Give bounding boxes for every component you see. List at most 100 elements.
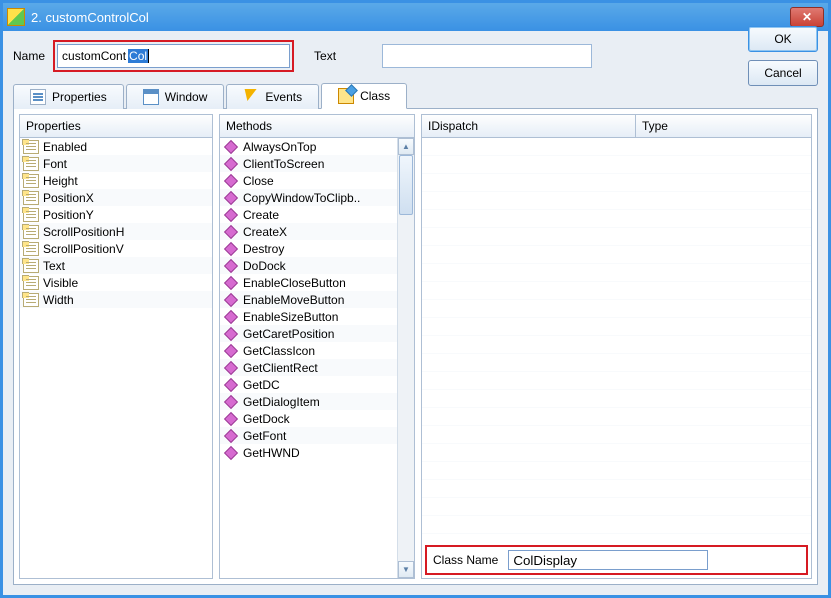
method-item[interactable]: Close — [220, 172, 397, 189]
caret-icon — [148, 49, 149, 63]
tab-label: Class — [360, 89, 390, 103]
method-item[interactable]: GetClassIcon — [220, 342, 397, 359]
method-item[interactable]: Create — [220, 206, 397, 223]
text-input[interactable] — [382, 44, 592, 68]
property-icon — [23, 242, 39, 256]
tabstrip: Properties Window Events Class — [13, 81, 818, 109]
method-item[interactable]: GetCaretPosition — [220, 325, 397, 342]
client-area: Name customCont Col Text OK Cancel Prope… — [3, 31, 828, 595]
property-item[interactable]: Height — [20, 172, 212, 189]
tab-class[interactable]: Class — [321, 83, 407, 109]
method-item[interactable]: GetDock — [220, 410, 397, 427]
method-label: Create — [243, 208, 279, 222]
class-icon — [338, 88, 354, 104]
method-icon — [224, 360, 238, 374]
property-item[interactable]: PositionX — [20, 189, 212, 206]
method-item[interactable]: GetDC — [220, 376, 397, 393]
method-label: GetDock — [243, 412, 290, 426]
method-item[interactable]: DoDock — [220, 257, 397, 274]
property-item[interactable]: PositionY — [20, 206, 212, 223]
method-item[interactable]: CopyWindowToClipb.. — [220, 189, 397, 206]
method-label: EnableMoveButton — [243, 293, 344, 307]
method-item[interactable]: ClientToScreen — [220, 155, 397, 172]
method-icon — [224, 224, 238, 238]
method-icon — [224, 445, 238, 459]
method-label: Close — [243, 174, 274, 188]
property-label: Height — [43, 174, 78, 188]
scroll-thumb[interactable] — [399, 155, 413, 215]
name-input-highlight: customCont Col — [53, 40, 294, 72]
interface-grid[interactable] — [422, 138, 811, 542]
window-icon — [143, 89, 159, 105]
method-item[interactable]: EnableMoveButton — [220, 291, 397, 308]
ok-button[interactable]: OK — [748, 26, 818, 52]
property-label: Enabled — [43, 140, 87, 154]
method-item[interactable]: Destroy — [220, 240, 397, 257]
dialog-window: 2. customControlCol ✕ Name customCont Co… — [0, 0, 831, 598]
method-icon — [224, 241, 238, 255]
name-input[interactable]: customCont Col — [57, 44, 290, 68]
scroll-track[interactable] — [398, 155, 414, 561]
tab-label: Events — [265, 90, 302, 104]
window-title: 2. customControlCol — [31, 10, 790, 25]
method-label: AlwaysOnTop — [243, 140, 316, 154]
method-icon — [224, 275, 238, 289]
method-item[interactable]: GetHWND — [220, 444, 397, 461]
property-item[interactable]: Visible — [20, 274, 212, 291]
method-icon — [224, 394, 238, 408]
property-label: Font — [43, 157, 67, 171]
scroll-down-button[interactable]: ▼ — [398, 561, 414, 578]
method-icon — [224, 258, 238, 272]
method-icon — [224, 190, 238, 204]
property-icon — [23, 225, 39, 239]
titlebar[interactable]: 2. customControlCol ✕ — [3, 3, 828, 31]
method-item[interactable]: EnableSizeButton — [220, 308, 397, 325]
method-item[interactable]: AlwaysOnTop — [220, 138, 397, 155]
properties-list[interactable]: EnabledFontHeightPositionXPositionYScrol… — [20, 138, 212, 578]
chevron-up-icon: ▲ — [402, 142, 410, 151]
method-label: DoDock — [243, 259, 286, 273]
method-label: EnableCloseButton — [243, 276, 346, 290]
tab-properties[interactable]: Properties — [13, 84, 124, 109]
method-item[interactable]: GetClientRect — [220, 359, 397, 376]
close-button[interactable]: ✕ — [790, 7, 824, 27]
methods-panel: Methods AlwaysOnTop ClientToScreen Close Co… — [219, 114, 415, 579]
methods-header[interactable]: Methods — [220, 115, 414, 138]
method-item[interactable]: GetFont — [220, 427, 397, 444]
method-label: ClientToScreen — [243, 157, 324, 171]
method-icon — [224, 428, 238, 442]
type-header[interactable]: Type — [636, 115, 811, 138]
methods-list[interactable]: AlwaysOnTop ClientToScreen Close CopyWindow… — [220, 138, 414, 578]
tab-label: Window — [165, 90, 208, 104]
property-item[interactable]: Width — [20, 291, 212, 308]
properties-header[interactable]: Properties — [20, 115, 212, 138]
method-label: GetHWND — [243, 446, 300, 460]
property-item[interactable]: Text — [20, 257, 212, 274]
property-item[interactable]: Enabled — [20, 138, 212, 155]
method-item[interactable]: GetDialogItem — [220, 393, 397, 410]
method-label: GetClassIcon — [243, 344, 315, 358]
method-item[interactable]: CreateX — [220, 223, 397, 240]
property-icon — [23, 191, 39, 205]
property-item[interactable]: Font — [20, 155, 212, 172]
property-item[interactable]: ScrollPositionV — [20, 240, 212, 257]
classname-label: Class Name — [433, 553, 498, 567]
method-item[interactable]: EnableCloseButton — [220, 274, 397, 291]
property-label: Text — [43, 259, 65, 273]
properties-icon — [30, 89, 46, 105]
chevron-down-icon: ▼ — [402, 565, 410, 574]
idispatch-header[interactable]: IDispatch — [422, 115, 636, 138]
scroll-up-button[interactable]: ▲ — [398, 138, 414, 155]
text-label: Text — [314, 49, 336, 63]
property-label: Visible — [43, 276, 78, 290]
method-icon — [224, 377, 238, 391]
tab-events[interactable]: Events — [226, 84, 319, 109]
method-label: CopyWindowToClipb.. — [243, 191, 360, 205]
method-label: GetDialogItem — [243, 395, 320, 409]
tab-window[interactable]: Window — [126, 84, 225, 109]
methods-scrollbar[interactable]: ▲ ▼ — [397, 138, 414, 578]
property-icon — [23, 293, 39, 307]
property-label: Width — [43, 293, 74, 307]
property-item[interactable]: ScrollPositionH — [20, 223, 212, 240]
classname-input[interactable] — [508, 550, 708, 570]
